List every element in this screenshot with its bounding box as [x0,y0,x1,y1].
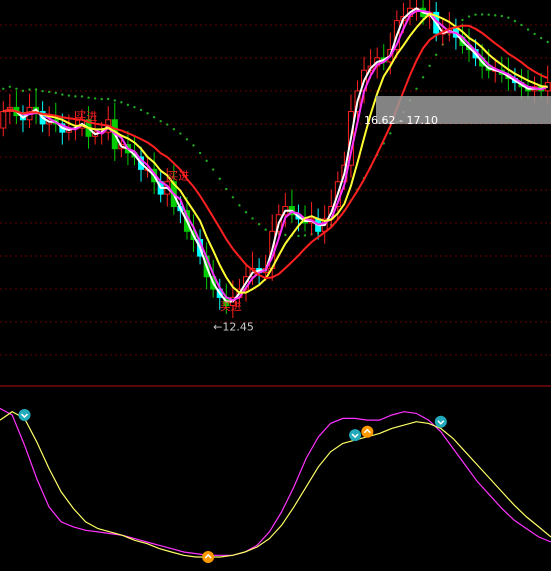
stock-chart: 买进 买进 买进 ←12.45 16.62 - 17.10 [0,0,551,567]
dot-point [179,132,182,135]
dot-point [67,94,71,97]
annotation-label: 买进 [75,110,97,123]
dot-point [421,76,425,79]
moving-averages [3,7,549,303]
dot-point [192,144,195,147]
dot-point [244,211,248,214]
dot-point [107,97,110,101]
dot-point [61,93,64,96]
dot-point [185,138,189,141]
dot-point [500,14,504,18]
annotation-label: 16.62 - 17.10 [364,114,438,127]
dot-point [225,187,228,191]
dot-point [435,53,438,57]
dot-point [487,13,490,16]
dot-point [539,36,543,40]
dot-point [54,91,57,95]
dot-point [87,96,90,99]
ma-white [3,7,549,303]
dot-point [152,116,156,119]
dot-point [2,87,5,91]
dot-point [218,177,221,180]
dot-point [120,101,123,104]
dot-point [47,90,51,94]
dot-point [467,15,471,18]
dot-point [166,123,169,126]
dot-point [238,204,241,207]
dot-point [284,233,287,237]
dot-point [172,127,176,131]
signal-marker [18,409,31,422]
dot-point [34,88,38,91]
dot-point [303,234,307,237]
dot-point [139,108,143,112]
signal-marker [361,425,374,438]
dot-point [80,95,84,98]
signal-marker [434,415,447,428]
annotation-label: 买进 [220,300,242,313]
annotation-label: 买进 [167,170,189,183]
ma-magenta [3,10,549,302]
dot-point [205,159,208,163]
dot-point [8,85,12,88]
dot-point [520,23,523,27]
signal-marker [202,550,215,563]
dot-point [526,28,530,31]
chart-canvas: 买进买进买进←12.4516.62 - 17.10 [0,0,551,563]
dot-point [415,87,418,91]
dot-point [546,40,549,44]
dot-point [74,95,77,98]
dot-point [15,87,18,91]
dot-point [533,32,536,36]
dot-point [513,19,517,23]
dot-point [480,13,484,16]
dot-point [113,99,116,102]
annotation-label: ←12.45 [213,320,254,333]
osc-line-1 [0,410,551,558]
osc-line-0 [0,407,551,556]
dot-point [146,112,149,115]
dot-point [41,89,44,93]
dot-point [93,97,97,100]
dot-point [461,18,464,22]
signal-marker [349,429,362,442]
dot-point [231,196,235,199]
dot-point [257,222,261,226]
dot-point [251,217,254,220]
grid-lines [0,24,551,356]
dot-point [100,97,103,101]
dot-point [297,234,300,238]
dot-point [198,151,202,155]
oscillator-panel [0,407,551,563]
dot-point [211,168,215,171]
dot-point [159,119,162,123]
dot-point [474,13,477,16]
dot-point [28,88,31,91]
candle-body [0,111,7,129]
dot-point [494,14,497,17]
dot-point [389,132,392,135]
dot-point [133,105,136,109]
dot-point [428,64,431,68]
dot-point [507,16,510,19]
dot-point [126,103,130,107]
dot-point [21,89,25,93]
dot-point [264,228,267,231]
